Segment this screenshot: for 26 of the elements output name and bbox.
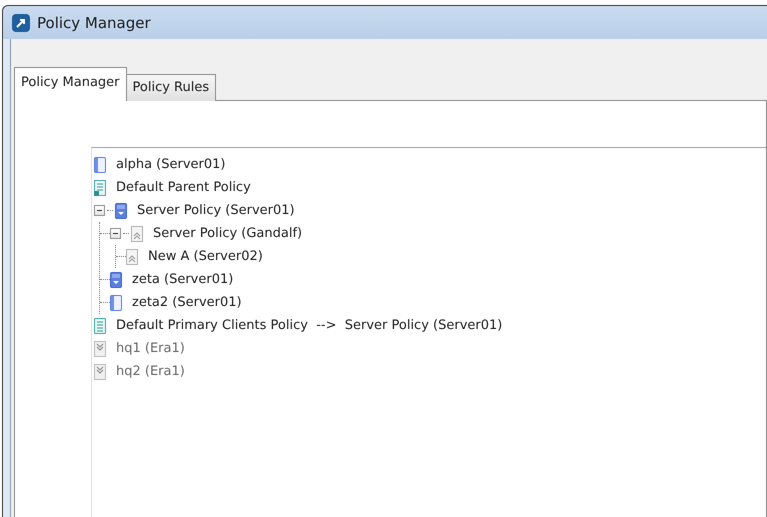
- tree-item[interactable]: zeta2 (Server01): [132, 295, 242, 310]
- tree-item[interactable]: alpha (Server01): [116, 157, 226, 172]
- document-list-icon: [94, 180, 106, 196]
- tab[interactable]: Policy Rules: [126, 74, 216, 101]
- tree-item[interactable]: Default Primary Clients Policy --> Server Policy (Server01): [116, 318, 502, 333]
- tree-item[interactable]: zeta (Server01): [132, 272, 234, 287]
- document-down-icon: [94, 364, 106, 380]
- document-down-icon: [110, 272, 122, 288]
- document-down-icon: [94, 340, 106, 356]
- document-down-icon: [115, 202, 127, 218]
- collapse-toggle[interactable]: [110, 228, 121, 239]
- list-document-icon: [94, 318, 106, 334]
- tree-item[interactable]: hq1 (Era1): [116, 341, 185, 356]
- tab[interactable]: Policy Manager: [14, 67, 127, 101]
- tree-item[interactable]: Server Policy (Server01): [137, 203, 295, 218]
- tree-item[interactable]: New A (Server02): [148, 249, 263, 264]
- document-up-icon: [131, 226, 143, 242]
- document-up-icon: [126, 248, 138, 264]
- tree-item[interactable]: Default Parent Policy: [116, 180, 251, 195]
- document-icon: [94, 156, 106, 172]
- tree-item[interactable]: Server Policy (Gandalf): [153, 226, 302, 241]
- document-icon: [110, 294, 122, 310]
- collapse-toggle[interactable]: [94, 205, 105, 216]
- window-title: Policy Manager: [37, 14, 151, 32]
- app-logo-icon: [11, 12, 31, 32]
- tree-item[interactable]: hq2 (Era1): [116, 364, 185, 379]
